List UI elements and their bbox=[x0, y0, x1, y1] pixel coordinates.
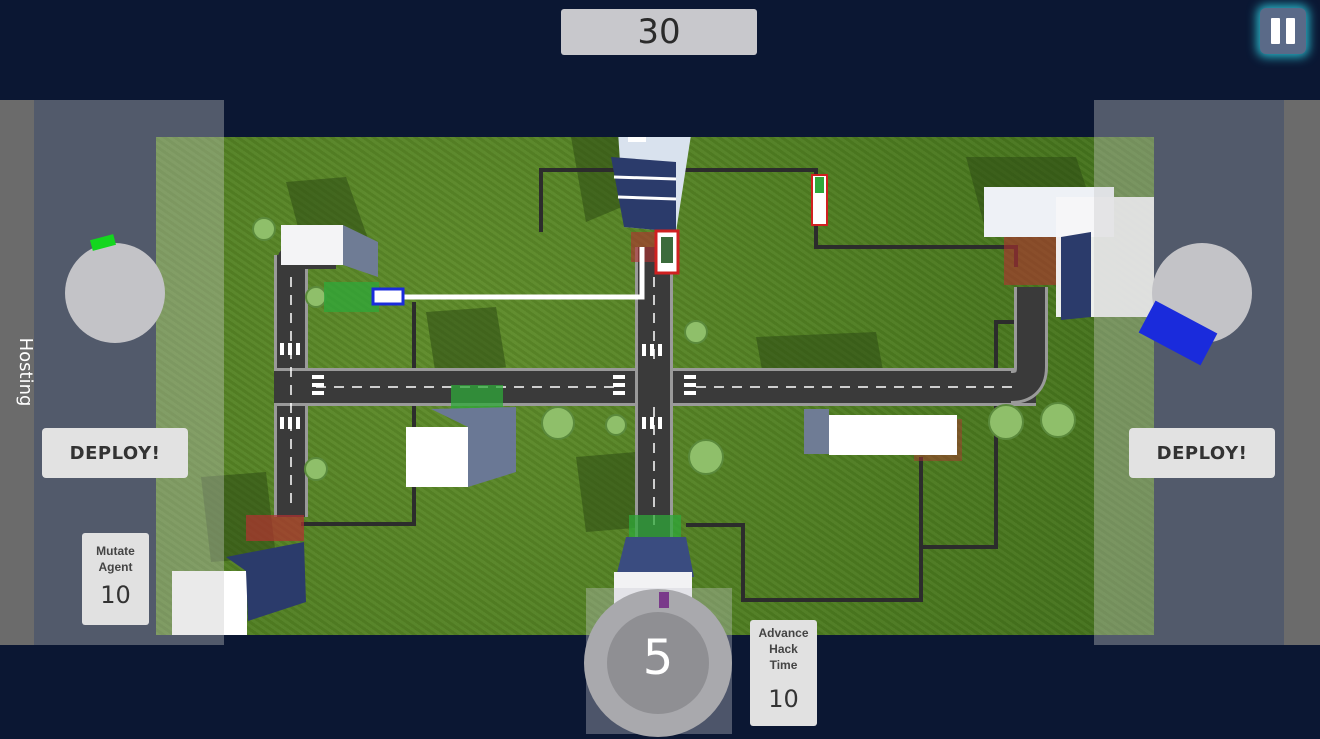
advance-label-3: Time bbox=[769, 658, 798, 672]
data-link bbox=[404, 247, 645, 300]
right-deploy-button[interactable]: DEPLOY! bbox=[1129, 428, 1275, 478]
game-board[interactable] bbox=[156, 137, 1154, 635]
advance-label-2: Hack bbox=[769, 642, 798, 656]
left-deploy-button[interactable]: DEPLOY! bbox=[42, 428, 188, 478]
mutate-agent-cost: 10 bbox=[100, 581, 131, 609]
hosting-label: Hosting bbox=[15, 337, 36, 407]
countdown-value: 5 bbox=[642, 630, 674, 686]
mutate-agent-label-2: Agent bbox=[98, 560, 133, 574]
pause-button[interactable] bbox=[1260, 8, 1306, 54]
mutate-agent-card[interactable]: Mutate Agent 10 bbox=[82, 533, 149, 625]
advance-label-1: Advance bbox=[758, 626, 809, 640]
advance-hack-time-card[interactable]: Advance Hack Time 10 bbox=[750, 620, 817, 726]
pause-icon bbox=[1271, 18, 1280, 44]
right-control-panel bbox=[1094, 100, 1284, 645]
city-map bbox=[172, 137, 1154, 635]
mutate-agent-label-1: Mutate bbox=[96, 544, 135, 558]
right-panel-strip bbox=[1284, 100, 1320, 645]
dial-indicator bbox=[659, 592, 669, 608]
round-timer: 30 bbox=[561, 9, 757, 55]
left-agent-selector[interactable] bbox=[65, 243, 165, 343]
advance-hack-time-cost: 10 bbox=[768, 685, 799, 713]
